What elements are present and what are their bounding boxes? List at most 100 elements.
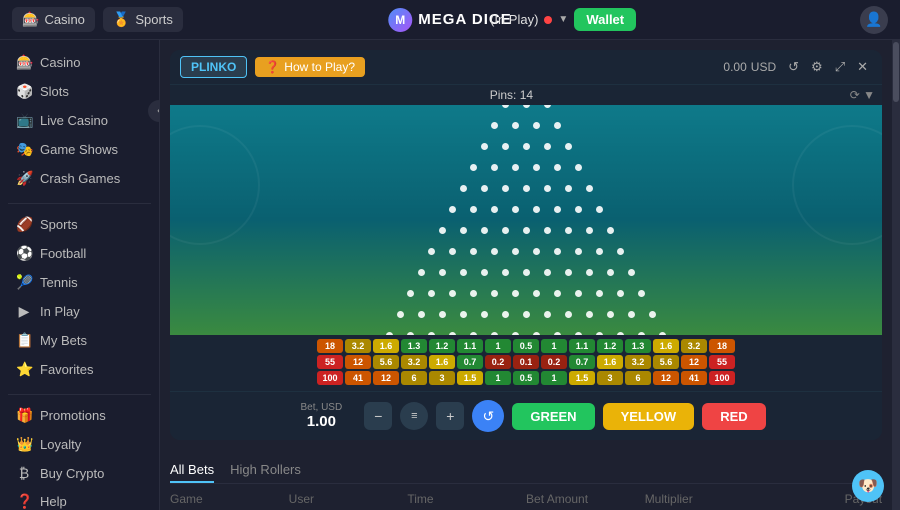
live-indicator bbox=[544, 16, 552, 24]
status-dropdown-arrow[interactable]: ▼ bbox=[558, 14, 568, 25]
pin bbox=[512, 332, 519, 335]
close-icon-btn[interactable]: ✕ bbox=[853, 57, 872, 77]
sidebar-item-football[interactable]: ⚽ Football bbox=[8, 239, 151, 268]
multiplier-cell: 1.6 bbox=[597, 355, 623, 369]
pins-row bbox=[439, 227, 614, 234]
live-chat-avatar[interactable]: 🐶 bbox=[852, 470, 884, 502]
casino-nav-btn[interactable]: 🎰 Casino bbox=[12, 7, 95, 32]
pin bbox=[439, 227, 446, 234]
sidebar-item-favorites[interactable]: ⭐ Favorites bbox=[8, 355, 151, 384]
sidebar-item-slots[interactable]: 🎲 Slots bbox=[8, 77, 151, 106]
scroll-thumb[interactable] bbox=[893, 42, 899, 102]
sidebar-label-tennis: Tennis bbox=[40, 275, 78, 290]
pin bbox=[428, 332, 435, 335]
table-header: Game User Time Bet Amount Multiplier Pay… bbox=[170, 484, 882, 510]
pin bbox=[481, 185, 488, 192]
main-layout: ‹ 🎰 Casino 🎲 Slots 📺 Live Casino 🎭 Game … bbox=[0, 40, 900, 510]
live-casino-icon: 📺 bbox=[16, 112, 32, 129]
pin bbox=[439, 311, 446, 318]
content-area: PLINKO ❓ How to Play? 0.00 USD ↺ ⚙ ⤢ ✕ bbox=[160, 40, 892, 510]
sidebar-item-in-play[interactable]: ▶ In Play bbox=[8, 297, 151, 326]
pin bbox=[586, 185, 593, 192]
multiplier-cell: 0.1 bbox=[513, 355, 539, 369]
pin bbox=[407, 290, 414, 297]
increase-bet-btn[interactable]: + bbox=[436, 402, 464, 430]
multiplier-cell: 0.5 bbox=[513, 339, 539, 353]
decrease-bet-btn[interactable]: − bbox=[364, 402, 392, 430]
sidebar-item-buy-crypto[interactable]: ₿ Buy Crypto bbox=[8, 459, 151, 487]
user-avatar-icon[interactable]: 👤 bbox=[860, 6, 888, 34]
multiplier-cell: 6 bbox=[625, 371, 651, 385]
favorites-icon: ⭐ bbox=[16, 361, 32, 378]
my-bets-icon: 📋 bbox=[16, 332, 32, 349]
sidebar-item-my-bets[interactable]: 📋 My Bets bbox=[8, 326, 151, 355]
multiplier-cell: 6 bbox=[401, 371, 427, 385]
sidebar-item-game-shows[interactable]: 🎭 Game Shows bbox=[8, 135, 151, 164]
auto-bet-btn[interactable]: ↺ bbox=[472, 400, 504, 432]
pin bbox=[491, 164, 498, 171]
tab-high-rollers[interactable]: High Rollers bbox=[230, 458, 301, 483]
pin bbox=[407, 332, 414, 335]
pin bbox=[586, 311, 593, 318]
pin bbox=[638, 332, 645, 335]
pin bbox=[607, 311, 614, 318]
pin bbox=[470, 164, 477, 171]
pin bbox=[533, 290, 540, 297]
pins-row bbox=[407, 290, 645, 297]
multiplier-cell: 55 bbox=[317, 355, 343, 369]
green-btn[interactable]: GREEN bbox=[512, 403, 594, 430]
settings-icon-btn[interactable]: ⚙ bbox=[807, 57, 827, 77]
sidebar-label-game-shows: Game Shows bbox=[40, 142, 118, 157]
sidebar-label-slots: Slots bbox=[40, 84, 69, 99]
refresh-icon-btn[interactable]: ↺ bbox=[784, 57, 803, 77]
yellow-btn[interactable]: YELLOW bbox=[603, 403, 695, 430]
currency-label: USD bbox=[751, 60, 776, 74]
pin bbox=[565, 311, 572, 318]
sidebar-item-crash-games[interactable]: 🚀 Crash Games bbox=[8, 164, 151, 193]
how-to-play-btn[interactable]: ❓ How to Play? bbox=[255, 57, 365, 77]
sidebar-label-my-bets: My Bets bbox=[40, 333, 87, 348]
sidebar-item-casino[interactable]: 🎰 Casino bbox=[8, 48, 151, 77]
wallet-button[interactable]: Wallet bbox=[574, 8, 636, 31]
sidebar-label-sports: Sports bbox=[40, 217, 78, 232]
multiplier-row: 183.21.61.31.21.110.511.11.21.31.63.218 bbox=[178, 339, 874, 353]
sports-nav-btn[interactable]: 🏅 Sports bbox=[103, 7, 183, 32]
pin bbox=[470, 206, 477, 213]
right-scrollbar[interactable] bbox=[892, 40, 900, 510]
bet-options-btn[interactable]: ≡ bbox=[400, 402, 428, 430]
pin bbox=[554, 206, 561, 213]
pin bbox=[481, 227, 488, 234]
multiplier-cell: 0.7 bbox=[457, 355, 483, 369]
pin bbox=[470, 332, 477, 335]
pin bbox=[533, 164, 540, 171]
pin bbox=[491, 122, 498, 129]
bet-controls: Bet, USD 1.00 − ≡ + ↺ GREEN YELLOW RED bbox=[170, 391, 882, 440]
pin bbox=[502, 143, 509, 150]
col-header-bet: Bet Amount bbox=[526, 492, 645, 506]
sidebar-item-tennis[interactable]: 🎾 Tennis bbox=[8, 268, 151, 297]
pin bbox=[439, 269, 446, 276]
in-play-status: (In Play) bbox=[490, 12, 538, 27]
sidebar-item-help[interactable]: ❓ Help bbox=[8, 487, 151, 510]
sidebar-item-sports[interactable]: 🏈 Sports bbox=[8, 210, 151, 239]
multiplier-cell: 1.3 bbox=[625, 339, 651, 353]
casino-sidebar-icon: 🎰 bbox=[16, 54, 32, 71]
game-container: PLINKO ❓ How to Play? 0.00 USD ↺ ⚙ ⤢ ✕ bbox=[170, 50, 882, 440]
pin bbox=[544, 227, 551, 234]
loyalty-icon: 👑 bbox=[16, 436, 32, 453]
sidebar-label-buy-crypto: Buy Crypto bbox=[40, 466, 104, 481]
multiplier-cell: 0.2 bbox=[485, 355, 511, 369]
sidebar-item-promotions[interactable]: 🎁 Promotions bbox=[8, 401, 151, 430]
expand-icon-btn[interactable]: ⤢ bbox=[831, 57, 849, 77]
pin bbox=[596, 290, 603, 297]
red-btn[interactable]: RED bbox=[702, 403, 765, 430]
pin bbox=[617, 332, 624, 335]
pins-row bbox=[386, 332, 666, 335]
sidebar-item-live-casino[interactable]: 📺 Live Casino bbox=[8, 106, 151, 135]
bet-label: Bet, USD bbox=[301, 402, 343, 413]
pin bbox=[449, 290, 456, 297]
pin bbox=[649, 311, 656, 318]
sidebar-item-loyalty[interactable]: 👑 Loyalty bbox=[8, 430, 151, 459]
pin bbox=[638, 290, 645, 297]
tab-all-bets[interactable]: All Bets bbox=[170, 458, 214, 483]
